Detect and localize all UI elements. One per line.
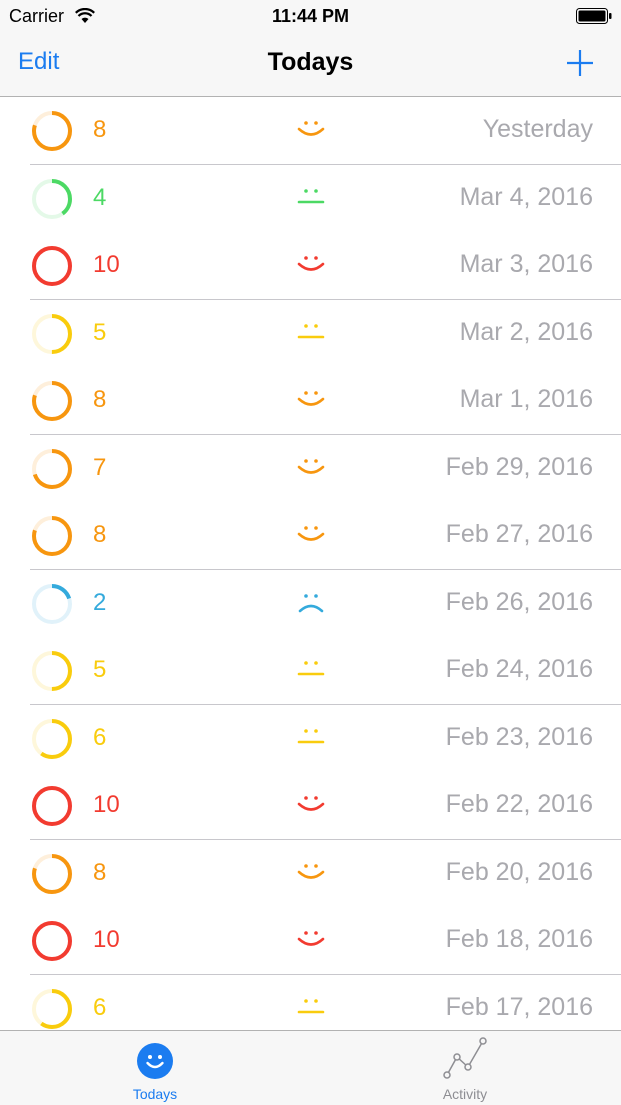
level-ring-icon — [32, 853, 72, 894]
nav-bar: Edit Todays — [0, 32, 621, 97]
list-item[interactable]: 6 Feb 17, 2016 — [0, 975, 621, 1031]
entry-value: 10 — [93, 926, 120, 953]
happy-face-icon — [297, 256, 325, 271]
list-item[interactable]: 7 Feb 29, 2016 — [0, 435, 621, 503]
happy-face-icon — [297, 391, 325, 406]
activity-chart-icon — [443, 1037, 487, 1079]
entry-date: Feb 22, 2016 — [445, 790, 593, 818]
entry-value: 8 — [93, 858, 107, 886]
happy-face-icon — [297, 796, 325, 811]
tab-activity-label: Activity — [442, 1086, 488, 1102]
happy-face-icon — [297, 931, 325, 946]
happy-face-icon — [297, 121, 325, 136]
happy-face-icon — [297, 526, 325, 541]
entry-date: Feb 27, 2016 — [445, 520, 593, 548]
entry-value: 6 — [93, 993, 107, 1021]
entry-value: 10 — [93, 791, 120, 818]
level-ring-icon — [32, 381, 72, 421]
entry-date: Mar 3, 2016 — [459, 250, 593, 278]
list-item[interactable]: 5 Feb 24, 2016 — [0, 637, 621, 705]
list-item[interactable]: 2 Feb 26, 2016 — [0, 570, 621, 638]
level-ring-icon — [32, 786, 72, 826]
happy-face-icon — [297, 458, 325, 474]
list-item[interactable]: 10 Feb 22, 2016 — [0, 772, 621, 840]
battery-icon — [576, 8, 612, 24]
neutral-face-icon — [297, 323, 325, 338]
list-item[interactable]: 4 Mar 4, 2016 — [0, 165, 621, 233]
entry-date: Mar 4, 2016 — [459, 182, 593, 211]
level-ring-icon — [32, 246, 72, 286]
entry-value: 2 — [93, 588, 107, 616]
list-item[interactable]: 5 Mar 2, 2016 — [0, 300, 621, 368]
list-item[interactable]: 6 Feb 23, 2016 — [0, 705, 621, 773]
sad-face-icon — [298, 593, 324, 612]
entry-value: 8 — [93, 521, 107, 548]
entry-date: Mar 1, 2016 — [459, 385, 593, 413]
level-ring-icon — [32, 516, 72, 556]
level-ring-icon — [32, 178, 72, 219]
entry-date: Feb 23, 2016 — [445, 722, 593, 751]
entry-value: 8 — [93, 386, 107, 413]
entry-value: 8 — [93, 116, 107, 143]
status-bar: Carrier 11:44 PM — [0, 0, 621, 32]
tab-todays[interactable]: Todays — [0, 1031, 310, 1105]
happy-face-icon — [297, 863, 325, 879]
neutral-face-icon — [297, 728, 325, 743]
entry-value: 5 — [93, 318, 107, 346]
level-ring-icon — [32, 921, 72, 961]
list-item[interactable]: 10 Feb 18, 2016 — [0, 907, 621, 975]
list-item[interactable]: 8 Feb 27, 2016 — [0, 502, 621, 570]
list-item[interactable]: 8 Mar 1, 2016 — [0, 367, 621, 435]
level-ring-icon — [32, 111, 72, 151]
entry-date: Feb 24, 2016 — [445, 655, 593, 683]
entry-date: Feb 17, 2016 — [445, 992, 593, 1021]
list-item[interactable]: 8 Yesterday — [0, 97, 621, 165]
entry-date: Yesterday — [482, 115, 593, 143]
entry-value: 7 — [93, 453, 107, 481]
neutral-face-icon — [297, 661, 325, 676]
smiley-icon — [137, 1043, 173, 1079]
tab-bar: Todays Activity — [0, 1030, 621, 1105]
level-ring-icon — [32, 718, 72, 759]
status-time: 11:44 PM — [271, 6, 350, 26]
list-item[interactable]: 10 Mar 3, 2016 — [0, 232, 621, 300]
page-title: Todays — [267, 48, 354, 76]
entry-value: 5 — [93, 656, 107, 683]
tab-todays-label: Todays — [132, 1086, 178, 1102]
entry-date: Feb 26, 2016 — [445, 587, 593, 616]
level-ring-icon — [32, 313, 72, 354]
neutral-face-icon — [297, 188, 325, 203]
entry-date: Feb 20, 2016 — [445, 857, 593, 886]
level-ring-icon — [32, 651, 72, 691]
tab-activity[interactable]: Activity — [310, 1031, 620, 1105]
entry-value: 4 — [93, 183, 107, 211]
entry-date: Feb 18, 2016 — [445, 925, 593, 953]
level-ring-icon — [32, 448, 72, 489]
entry-value: 6 — [93, 723, 107, 751]
level-ring-icon — [32, 988, 72, 1029]
entry-date: Feb 29, 2016 — [445, 452, 593, 481]
plus-icon[interactable] — [565, 48, 595, 78]
entry-date: Mar 2, 2016 — [459, 317, 593, 346]
entry-value: 10 — [93, 251, 120, 278]
level-ring-icon — [32, 583, 72, 624]
list-item[interactable]: 8 Feb 20, 2016 — [0, 840, 621, 908]
entry-list[interactable]: 8 Yesterday 4 Mar 4, 2016 10 Mar 3, 2016 5 Mar … — [0, 97, 621, 1030]
neutral-face-icon — [297, 998, 325, 1013]
